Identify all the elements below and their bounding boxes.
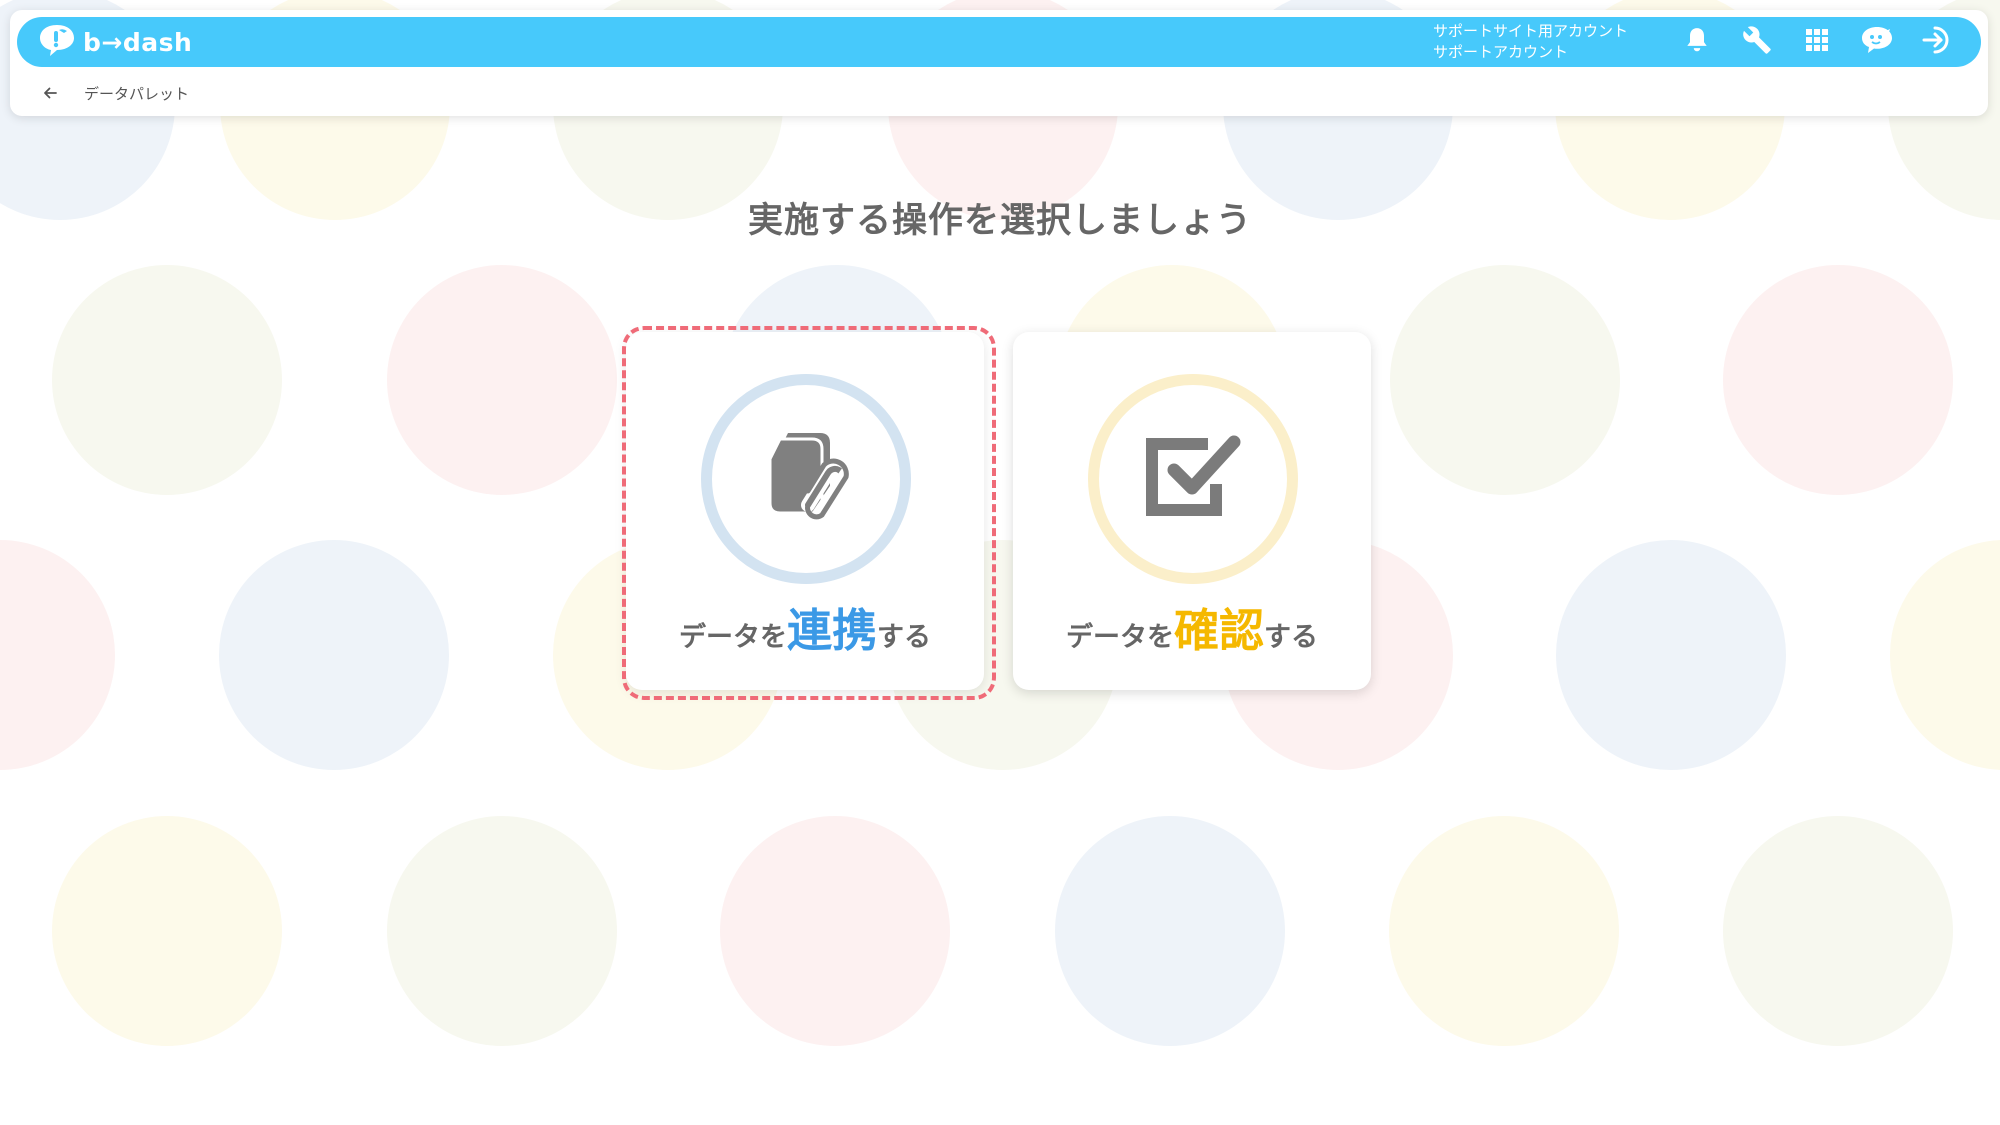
card-label-pre: データを — [678, 622, 787, 653]
bell-icon — [1684, 26, 1710, 58]
link-data-card[interactable]: データを連携する — [626, 332, 984, 690]
card-label: データを連携する — [626, 594, 984, 659]
chat-bird-icon — [1860, 25, 1894, 59]
background-dot-pattern — [0, 0, 2000, 1125]
icon-ring — [1088, 374, 1298, 584]
top-bar: b→dash サポートサイト用アカウント サポートアカウント データパレット — [10, 10, 1988, 116]
apps-grid-icon — [1806, 29, 1828, 55]
logout-button[interactable] — [1920, 25, 1954, 59]
page-title: 実施する操作を選択しましょう — [747, 201, 1252, 241]
check-data-card[interactable]: データを確認する — [1013, 332, 1371, 690]
icon-ring — [701, 374, 911, 584]
card-label-emphasis: 連携 — [786, 604, 877, 657]
logo-text: b→dash — [83, 27, 193, 57]
arrow-left-icon[interactable] — [40, 83, 60, 103]
notification-bell-button[interactable] — [1680, 25, 1714, 59]
logout-icon — [1921, 24, 1953, 60]
card-label-pre: データを — [1065, 622, 1174, 653]
breadcrumb-label: データパレット — [84, 84, 190, 103]
card-label: データを確認する — [1013, 594, 1371, 659]
card-label-emphasis: 確認 — [1173, 604, 1264, 657]
wrench-icon — [1742, 25, 1772, 59]
settings-wrench-button[interactable] — [1740, 25, 1774, 59]
card-label-post: する — [1264, 622, 1318, 653]
bdash-logo[interactable]: b→dash — [37, 23, 192, 61]
checkbox-check-icon — [1138, 422, 1248, 536]
logo-bird-icon — [37, 22, 77, 62]
account-info[interactable]: サポートサイト用アカウント サポートアカウント — [1433, 21, 1628, 63]
breadcrumb: データパレット — [40, 82, 189, 104]
account-line-2: サポートアカウント — [1433, 43, 1569, 61]
card-label-post: する — [877, 622, 931, 653]
header-bar: b→dash サポートサイト用アカウント サポートアカウント — [17, 17, 1981, 67]
chat-support-button[interactable] — [1860, 25, 1894, 59]
linked-documents-icon — [746, 417, 866, 541]
apps-menu-button[interactable] — [1800, 25, 1834, 59]
account-line-1: サポートサイト用アカウント — [1433, 22, 1629, 40]
